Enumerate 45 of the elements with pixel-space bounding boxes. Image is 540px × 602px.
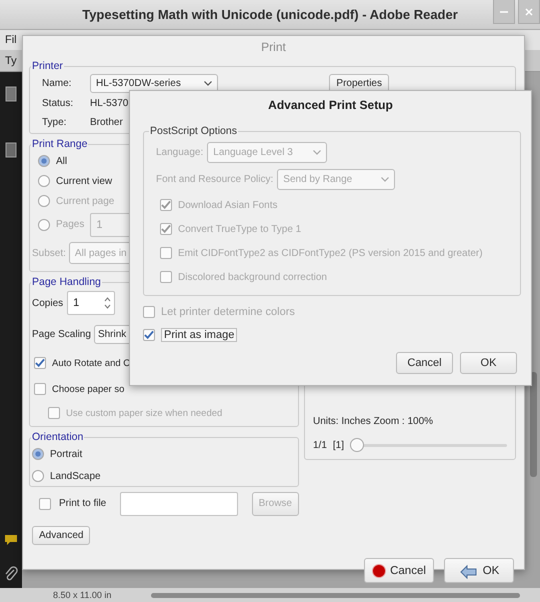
group-title: Print Range: [31, 138, 88, 150]
checkbox-label: Choose paper so: [52, 384, 124, 394]
dialog-title: Print: [261, 40, 286, 54]
radio-label: All: [56, 156, 68, 166]
advanced-button[interactable]: Advanced: [32, 526, 90, 544]
checkbox-label: Print as image: [161, 328, 238, 342]
dialog-title: Advanced Print Setup: [268, 98, 393, 112]
group-title: Page Handling: [31, 276, 102, 288]
checkbox-label: Print to file: [59, 498, 106, 509]
group-title: PostScript Options: [149, 125, 238, 137]
field-label: Language:: [156, 147, 204, 158]
ok-button[interactable]: OK: [460, 352, 517, 374]
copies-spinner[interactable]: 1: [67, 291, 116, 315]
group-title: Orientation: [31, 431, 84, 443]
field-label: Status:: [42, 98, 74, 108]
page-size: 8.50 x 11.00 in: [53, 590, 112, 600]
checkbox-label: Download Asian Fonts: [178, 200, 278, 210]
field-label: Name:: [42, 78, 72, 89]
field-label: Font and Resource Policy:: [156, 174, 274, 185]
type-value: Brother: [90, 116, 123, 128]
radio-label: LandScape: [50, 470, 101, 482]
ok-button[interactable]: OK: [444, 558, 514, 583]
cancel-button[interactable]: Cancel: [396, 352, 453, 374]
zoom-info: Units: Inches Zoom : 100%: [313, 416, 434, 426]
page-index: [1]: [332, 440, 344, 450]
field-label: Type:: [42, 116, 68, 128]
field-label: Page Scaling: [32, 328, 91, 340]
field-label: Subset:: [32, 248, 66, 258]
radio-label: Portrait: [50, 448, 82, 460]
radio-label: Current page: [56, 196, 114, 206]
checkbox-label: Let printer determine colors: [161, 306, 295, 318]
menu-item[interactable]: Fil: [5, 34, 17, 46]
window-title: Typesetting Math with Unicode (unicode.pdf) - Adobe Reader: [82, 7, 458, 22]
group-title: Printer: [31, 60, 64, 72]
status-value: HL-5370: [90, 98, 128, 108]
checkbox-label: Discolored background correction: [178, 272, 327, 282]
checkbox-label: Use custom paper size when needed: [66, 408, 222, 418]
checkbox-label: Emit CIDFontType2 as CIDFontType2 (PS version 2015 and greater): [178, 248, 483, 258]
toolbar-label: Ty: [5, 54, 17, 66]
radio-label: Pages: [56, 219, 84, 230]
page-count: 1/1: [313, 440, 327, 450]
cancel-button[interactable]: Cancel: [364, 558, 434, 583]
radio-label: Current view: [56, 176, 112, 186]
checkbox-label: Convert TrueType to Type 1: [178, 224, 302, 234]
field-label: Copies: [32, 298, 64, 308]
